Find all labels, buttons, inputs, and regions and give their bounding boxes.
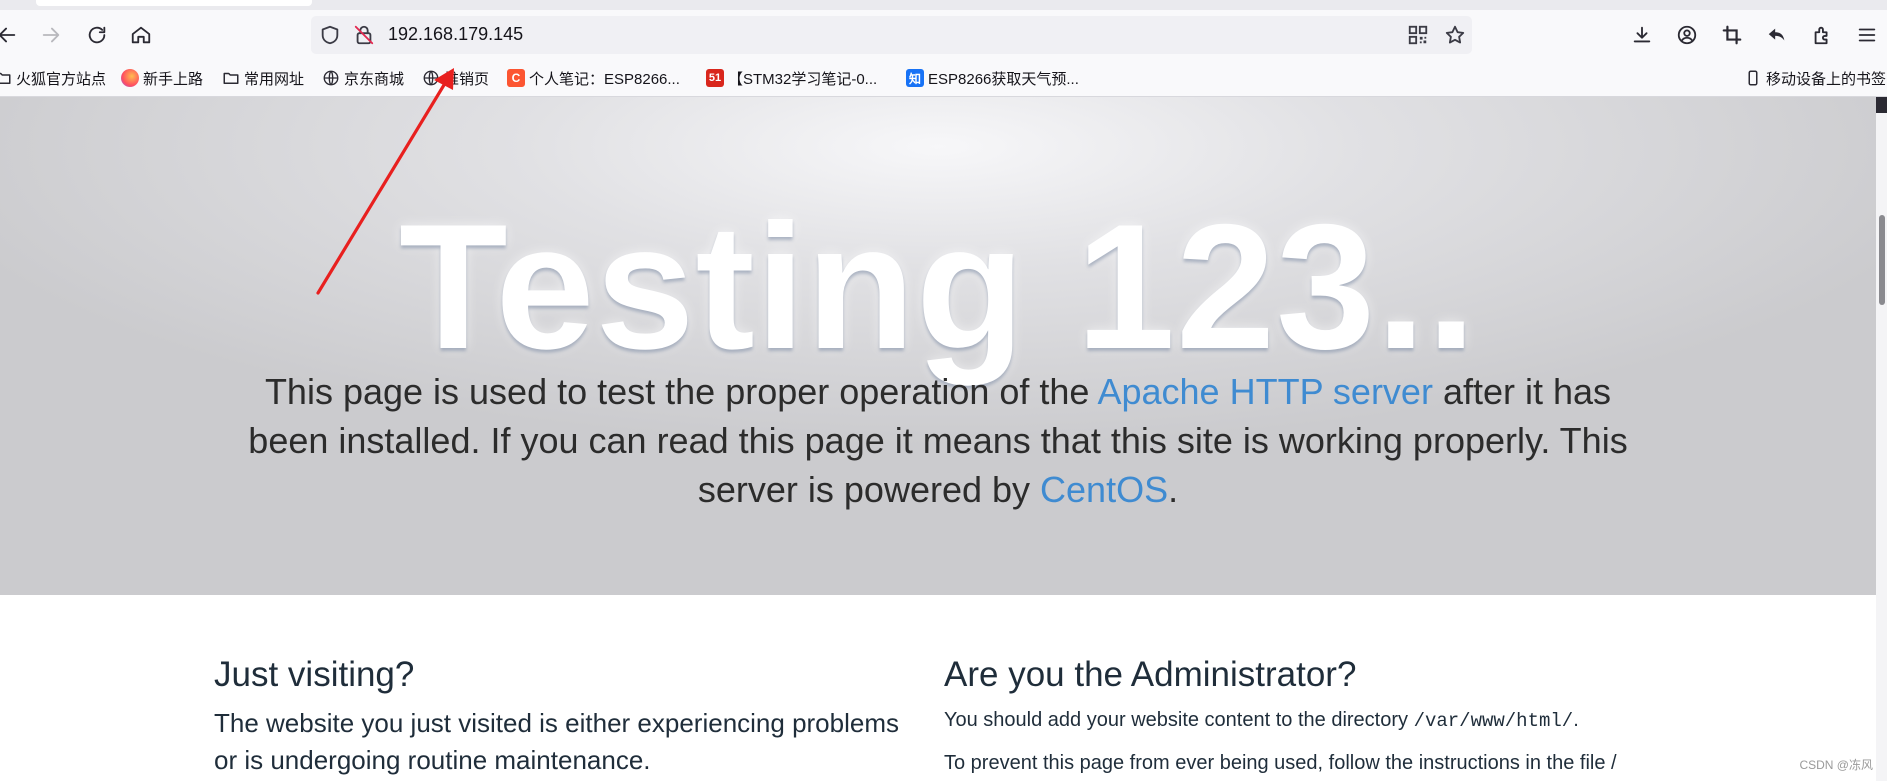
bookmark-item[interactable]: 51 【STM32学习笔记-0... <box>706 66 877 90</box>
bookmark-label: 常用网址 <box>244 70 305 88</box>
hero-banner: Testing 123.. This page is used to test … <box>0 97 1876 595</box>
apache-link[interactable]: Apache HTTP server <box>1097 371 1432 412</box>
forward-icon[interactable] <box>36 20 66 50</box>
shield-icon[interactable] <box>319 24 341 46</box>
bookmark-item[interactable]: 火狐官方站点 <box>0 66 106 90</box>
globe-icon <box>422 69 440 87</box>
visitor-section: Just visiting? The website you just visi… <box>214 653 914 779</box>
scrollbar-thumb[interactable] <box>1879 215 1885 305</box>
folder-icon <box>0 69 12 87</box>
bookmark-item[interactable]: 推销页 <box>422 66 489 90</box>
bookmark-label: 京东商城 <box>344 70 405 88</box>
firefox-icon <box>121 69 139 87</box>
bookmark-label: ESP8266获取天气预... <box>928 70 1079 88</box>
address-bar[interactable]: 192.168.179.145 <box>311 16 1472 54</box>
bookmark-item[interactable]: 知 ESP8266获取天气预... <box>906 66 1079 90</box>
extensions-icon[interactable] <box>1807 20 1837 50</box>
bookmark-label: 火狐官方站点 <box>16 70 107 88</box>
lead-text-part: . <box>1168 469 1179 510</box>
not-secure-lock-icon[interactable] <box>353 24 375 46</box>
url-text[interactable]: 192.168.179.145 <box>388 24 523 45</box>
centos-link[interactable]: CentOS <box>1040 469 1168 510</box>
mobile-bookmarks-label: 移动设备上的书签 <box>1766 70 1887 88</box>
bookmark-item[interactable]: C 个人笔记：ESP8266... <box>507 66 680 90</box>
admin-text-part: . <box>1573 709 1579 731</box>
bookmark-item[interactable]: 常用网址 <box>222 66 304 90</box>
page-scrollbar[interactable] <box>1876 97 1887 781</box>
account-icon[interactable] <box>1672 20 1702 50</box>
visitor-text: The website you just visited is either e… <box>214 708 900 775</box>
tab-strip <box>0 0 1887 10</box>
csdn-c-icon: C <box>507 69 525 87</box>
csdn-watermark: CSDN @冻风 <box>1799 758 1873 772</box>
bookmark-label: 新手上路 <box>143 70 204 88</box>
undo-icon[interactable] <box>1762 20 1792 50</box>
download-icon[interactable] <box>1627 20 1657 50</box>
back-icon[interactable] <box>0 20 22 50</box>
globe-icon <box>322 69 340 87</box>
active-tab[interactable] <box>36 0 312 6</box>
admin-instructions-text: To prevent this page from ever being use… <box>944 752 1617 774</box>
mobile-device-icon <box>1744 69 1762 87</box>
scrollbar-top <box>1876 97 1887 113</box>
admin-text-part: You should add your website content to t… <box>944 709 1414 731</box>
reload-icon[interactable] <box>82 20 112 50</box>
zhihu-icon: 知 <box>906 69 924 87</box>
menu-icon[interactable] <box>1852 20 1882 50</box>
hero-lead-text: This page is used to test the proper ope… <box>220 367 1656 514</box>
bookmark-item[interactable]: 新手上路 <box>121 66 203 90</box>
navigation-toolbar: 192.168.179.145 <box>0 10 1887 60</box>
bookmark-label: 个人笔记：ESP8266... <box>529 70 680 88</box>
qr-code-icon[interactable] <box>1407 24 1429 46</box>
page-title: Testing 123.. <box>398 187 1478 386</box>
directory-path: /var/www/html/ <box>1413 710 1574 732</box>
admin-section: Are you the Administrator? You should ad… <box>944 653 1664 778</box>
bookmark-label: 【STM32学习笔记-0... <box>728 70 878 88</box>
mobile-bookmarks[interactable]: 移动设备上的书签 <box>1744 66 1886 90</box>
bookmark-star-icon[interactable] <box>1444 24 1466 46</box>
home-icon[interactable] <box>126 20 156 50</box>
admin-directory-text: You should add your website content to t… <box>944 705 1664 736</box>
folder-icon <box>222 69 240 87</box>
visitor-heading: Just visiting? <box>214 655 415 694</box>
screenshot-crop-icon[interactable] <box>1717 20 1747 50</box>
admin-heading: Are you the Administrator? <box>944 655 1357 694</box>
bookmark-label: 推销页 <box>444 70 490 88</box>
bookmark-item[interactable]: 京东商城 <box>322 66 404 90</box>
51cto-icon: 51 <box>706 69 724 87</box>
lead-text-part: This page is used to test the proper ope… <box>264 371 1098 412</box>
bookmarks-toolbar: 火狐官方站点 新手上路 常用网址 京东商城 推销页 C 个人笔记：ESP8266… <box>0 60 1887 97</box>
